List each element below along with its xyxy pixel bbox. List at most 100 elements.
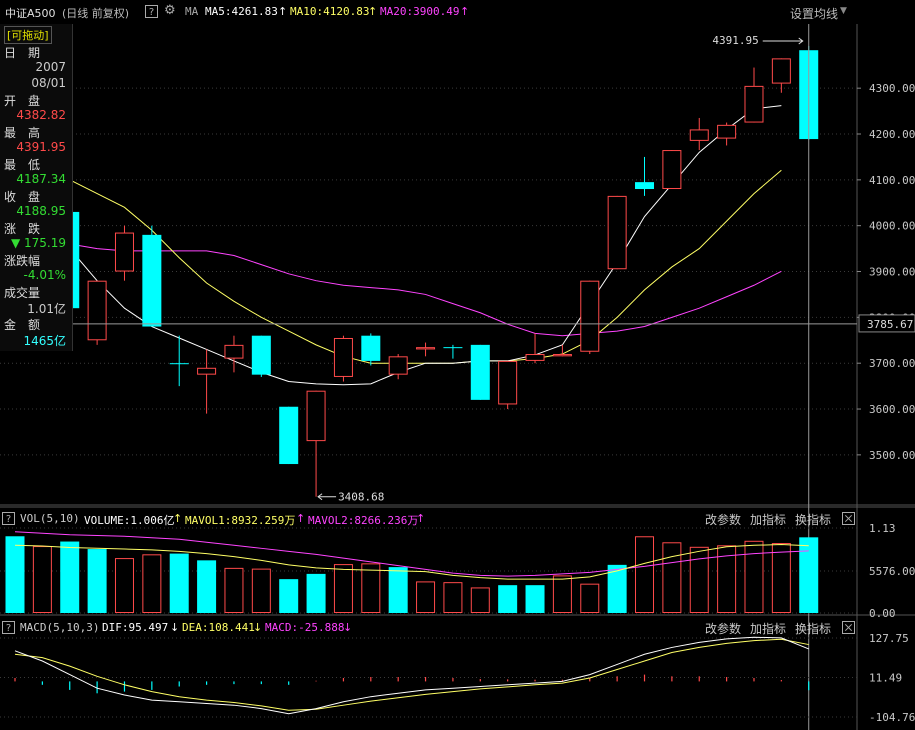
amount-label: 金 额 (4, 318, 41, 332)
candle (142, 225, 162, 327)
candle-body (87, 280, 107, 341)
volume-bar (580, 583, 600, 613)
close-label: 收 盘 (4, 190, 41, 204)
vol-volume-value: VOLUME:1.006亿 (84, 514, 175, 527)
vol-tick-label: 5576.00 (869, 565, 915, 578)
volume-bar (251, 568, 271, 613)
macd-close-icon[interactable] (842, 621, 855, 634)
volume-bar (443, 582, 463, 614)
mavol1-arrow-icon: ↑ (173, 512, 183, 525)
candle-body (251, 335, 271, 375)
price-tick-label: 4300.00 (869, 82, 915, 95)
candle (635, 156, 655, 196)
macd-tick-label: -104.76 (869, 711, 915, 724)
vol-panel-header: ? VOL(5,10) VOLUME:1.006亿 ↑ MAVOL1:8932.… (0, 509, 915, 527)
volume-bar (87, 549, 107, 613)
candle (333, 335, 353, 382)
candle (470, 344, 490, 400)
candle-body (224, 344, 244, 359)
candle (580, 280, 600, 355)
volume-bar (498, 585, 518, 613)
candle (361, 333, 381, 366)
macd-switch-indicator-button[interactable]: 换指标 (795, 620, 831, 637)
volume-bar (169, 553, 189, 613)
macd-params-button[interactable]: 改参数 (705, 620, 741, 637)
date-year: 2007 (35, 60, 66, 74)
volume-bar (114, 558, 134, 614)
price-tick-label: 4000.00 (869, 220, 915, 233)
volume-bar (388, 567, 408, 613)
candle-body (771, 58, 791, 84)
volume-bar (552, 575, 572, 614)
candle-body (580, 280, 600, 352)
volume-bar (197, 560, 217, 613)
volume-bar (60, 541, 80, 613)
candle (443, 344, 463, 359)
candle-body (498, 360, 518, 405)
date-value: 08/01 (31, 76, 66, 90)
volume-value: 1.01亿 (27, 302, 66, 316)
price-tick-label: 3500.00 (869, 449, 915, 462)
candle (87, 280, 107, 345)
candle-body (552, 354, 572, 357)
pct-label: 涨跌幅 (4, 254, 41, 268)
candle (498, 360, 518, 410)
candle-body (416, 347, 436, 350)
vol-add-indicator-button[interactable]: 加指标 (750, 511, 786, 528)
dea-value: DEA:108.441 (182, 621, 255, 634)
candle (689, 117, 709, 151)
candle (197, 349, 217, 414)
volume-bar (771, 543, 791, 613)
dif-value: DIF:95.497 (102, 621, 169, 634)
low-value: 4187.34 (16, 172, 66, 186)
volume-bar (470, 587, 490, 614)
close-value: 4188.95 (16, 204, 66, 218)
candle (224, 335, 244, 373)
vol-params-button[interactable]: 改参数 (705, 511, 741, 528)
candle (251, 335, 271, 377)
drag-tag[interactable]: [可拖动] (4, 26, 52, 44)
macd-tick-label: 11.49 (869, 672, 902, 685)
candle (306, 390, 326, 497)
mavol2-arrow-icon: ↑ (296, 512, 306, 525)
candle-body (361, 335, 381, 361)
pct-value: -4.01% (23, 268, 66, 282)
vol-close-icon[interactable] (842, 512, 855, 525)
candle (771, 58, 791, 93)
candle (279, 406, 299, 465)
price-tick-label: 3900.00 (869, 266, 915, 279)
candle (744, 67, 764, 123)
dif-line (14, 636, 809, 715)
volume-bar (799, 537, 819, 613)
mavol1-line (14, 544, 809, 580)
candle-body (388, 356, 408, 375)
volume-bar (361, 563, 381, 614)
candle (717, 122, 737, 146)
volume-bar (525, 585, 545, 613)
macd-help-icon[interactable]: ? (2, 621, 15, 634)
volume-bar (5, 536, 25, 613)
high-marker-label: 4391.95 (712, 34, 758, 47)
change-value: ▼ 175.19 (10, 236, 66, 250)
candle-body (744, 85, 764, 123)
volume-bar (635, 536, 655, 614)
candle-body (114, 232, 134, 272)
vol-title: VOL(5,10) (20, 512, 80, 525)
dea-line (14, 638, 809, 711)
volume-bar (279, 579, 299, 613)
macd-add-indicator-button[interactable]: 加指标 (750, 620, 786, 637)
macd-panel-header: ? MACD(5,10,3) DIF:95.497 ↓ DEA:108.441 … (0, 618, 915, 636)
low-label: 最 低 (4, 158, 41, 172)
info-panel[interactable]: [可拖动] 日 期 2007 08/01 开 盘 4382.82 最 高 439… (0, 24, 73, 351)
vol-switch-indicator-button[interactable]: 换指标 (795, 511, 831, 528)
open-value: 4382.82 (16, 108, 66, 122)
high-value: 4391.95 (16, 140, 66, 154)
candle-body (197, 367, 217, 375)
macd-value: MACD:-25.888 (265, 621, 345, 634)
candle (114, 225, 134, 281)
volume-bar (224, 567, 244, 613)
candle (607, 195, 627, 270)
candle-body (142, 234, 162, 327)
vol-help-icon[interactable]: ? (2, 512, 15, 525)
candle-body (689, 129, 709, 141)
